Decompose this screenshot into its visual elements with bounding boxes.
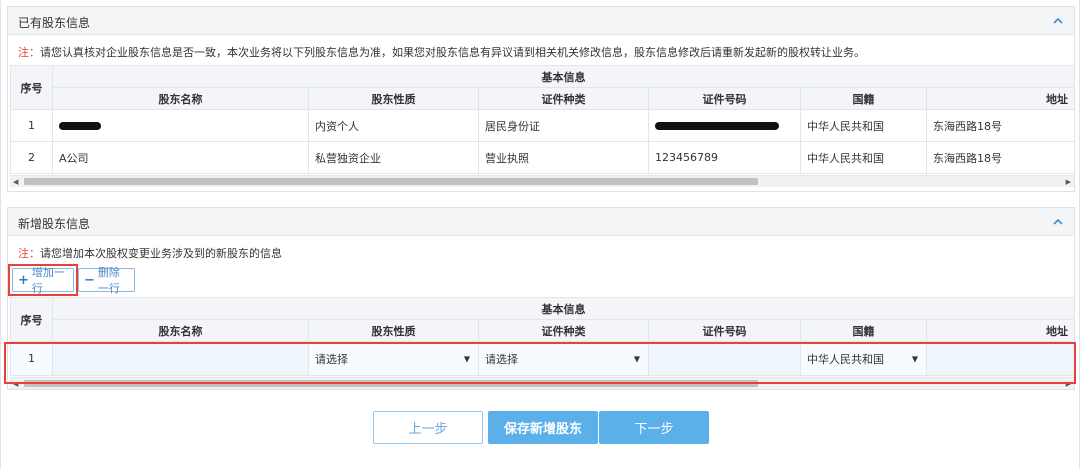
id-type: 居民身份证 [478,109,649,142]
minus-icon: − [84,272,95,288]
existing-panel-title: 已有股东信息 [18,16,91,30]
chevron-up-icon[interactable] [1052,15,1064,27]
address: 东海西路18号 [926,109,1075,142]
scroll-right-arrow-icon[interactable]: ▶ [1066,178,1071,186]
delete-row-label: 删除一行 [97,266,120,295]
shareholder-type: 私营独资企业 [308,141,479,174]
scrollbar-thumb[interactable] [24,178,758,185]
row-index: 2 [10,141,53,174]
id-number: 123456789 [648,141,801,174]
col-id-no: 证件号码 [648,319,801,342]
col-name: 股东名称 [52,87,309,110]
id-number-redacted [648,109,801,142]
table-row: 1 内资个人 居民身份证 中华人民共和国 东海西路18号 [10,109,1075,142]
group-header-basic-info: 基本信息 [52,65,1075,88]
existing-table-scrollbar[interactable]: ◀ ▶ [10,175,1074,187]
note-text: 请您增加本次股权变更业务涉及到的新股东的信息 [40,247,282,260]
add-row-button[interactable]: + 增加一行 [12,266,74,295]
col-nationality: 国籍 [800,87,927,110]
scroll-left-arrow-icon[interactable]: ◀ [13,178,18,186]
new-panel-title: 新增股东信息 [18,217,91,231]
col-id-type: 证件种类 [478,319,649,342]
id-type: 营业执照 [478,141,649,174]
row-index: 1 [10,109,53,142]
plus-icon: + [18,272,29,288]
col-nationality: 国籍 [800,319,927,342]
new-note: 注：请您增加本次股权变更业务涉及到的新股东的信息 [18,245,282,261]
note-prefix: 注： [18,46,40,59]
chevron-up-icon[interactable] [1052,216,1064,228]
save-new-shareholder-button[interactable]: 保存新增股东 [488,411,598,444]
prev-step-button[interactable]: 上一步 [373,411,483,444]
delete-row-button[interactable]: − 删除一行 [78,266,135,295]
col-type: 股东性质 [308,319,479,342]
col-type: 股东性质 [308,87,479,110]
table-row: 2 A公司 私营独资企业 营业执照 123456789 中华人民共和国 东海西路… [10,141,1075,174]
existing-panel-header: 已有股东信息 [8,7,1074,35]
col-name: 股东名称 [52,319,309,342]
page: 已有股东信息 注：请您认真核对企业股东信息是否一致，本次业务将以下列股东信息为准… [0,0,1080,469]
nationality: 中华人民共和国 [800,109,927,142]
existing-note: 注：请您认真核对企业股东信息是否一致，本次业务将以下列股东信息为准，如果您对股东… [18,44,865,60]
col-index: 序号 [10,65,53,110]
col-id-no: 证件号码 [648,87,801,110]
existing-shareholders-panel: 已有股东信息 注：请您认真核对企业股东信息是否一致，本次业务将以下列股东信息为准… [7,6,1075,192]
col-address: 地址 [926,319,1075,342]
new-panel-header: 新增股东信息 [8,208,1074,236]
existing-shareholders-table: 序号 基本信息 股东名称 股东性质 证件种类 证件号码 国籍 地址 1 内资个人… [10,65,1075,174]
shareholder-type: 内资个人 [308,109,479,142]
shareholder-name-redacted [52,109,309,142]
new-row-highlight [4,342,1076,384]
add-row-label: 增加一行 [31,266,65,295]
note-prefix: 注： [18,247,40,260]
next-step-button[interactable]: 下一步 [599,411,709,444]
col-id-type: 证件种类 [478,87,649,110]
col-address: 地址 [926,87,1075,110]
group-header-basic-info: 基本信息 [52,297,1075,320]
nationality: 中华人民共和国 [800,141,927,174]
shareholder-name: A公司 [52,141,309,174]
col-index: 序号 [10,297,53,342]
address: 东海西路18号 [926,141,1075,174]
note-text: 请您认真核对企业股东信息是否一致，本次业务将以下列股东信息为准，如果您对股东信息… [40,46,865,59]
